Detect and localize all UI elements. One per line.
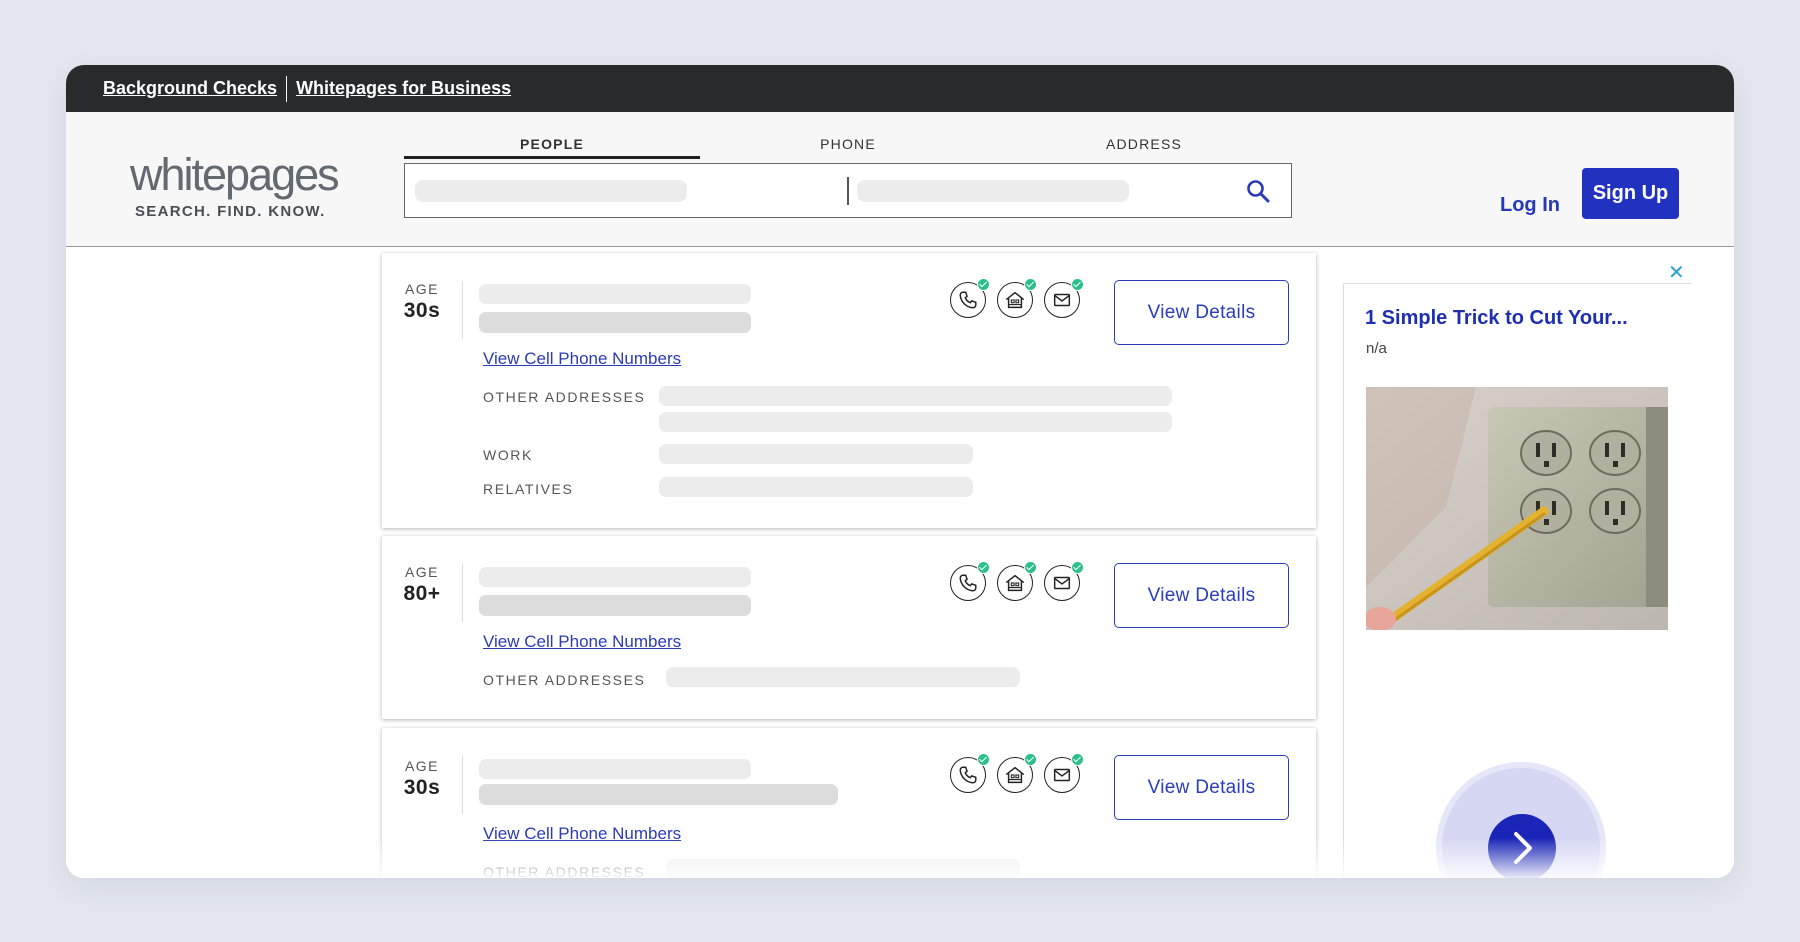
name-input[interactable]: [415, 180, 687, 202]
addresses-placeholder: [666, 667, 1020, 687]
tab-phone[interactable]: PHONE: [700, 136, 996, 157]
view-details-button[interactable]: View Details: [1114, 563, 1289, 628]
contact-icons: [950, 561, 1084, 605]
verified-check-icon: [1071, 753, 1084, 766]
age-block: AGE 30s: [382, 281, 462, 323]
site-header: whitepages SEARCH. FIND. KNOW. PEOPLE PH…: [66, 112, 1734, 247]
verified-check-icon: [1024, 753, 1037, 766]
age-label: AGE: [404, 758, 440, 774]
age-label: AGE: [404, 564, 440, 580]
name-placeholder: [479, 567, 751, 587]
view-cell-numbers-link[interactable]: View Cell Phone Numbers: [483, 349, 681, 369]
view-cell-numbers-link[interactable]: View Cell Phone Numbers: [483, 632, 681, 652]
chevron-right-icon[interactable]: [1488, 814, 1556, 878]
view-details-button[interactable]: View Details: [1114, 280, 1289, 345]
ad-image[interactable]: [1366, 387, 1668, 630]
other-addresses-label: OTHER ADDRESSES: [483, 389, 646, 405]
nav-separator: [286, 75, 288, 102]
logo-wordmark: whitepages: [130, 149, 340, 200]
age-value: 30s: [403, 776, 441, 799]
name-placeholder: [479, 759, 751, 779]
view-cell-numbers-link[interactable]: View Cell Phone Numbers: [483, 824, 681, 844]
verified-check-icon: [1071, 561, 1084, 574]
age-divider: [462, 756, 463, 814]
home-icon: [997, 278, 1037, 318]
browser-window: Background Checks Whitepages for Busines…: [66, 65, 1734, 878]
verified-check-icon: [977, 561, 990, 574]
age-label: AGE: [404, 281, 440, 297]
contact-icons: [950, 753, 1084, 797]
addresses-placeholder: [659, 386, 1172, 406]
email-icon: [1044, 561, 1084, 601]
other-addresses-label: OTHER ADDRESSES: [483, 672, 646, 688]
phone-icon: [950, 753, 990, 793]
home-icon: [997, 561, 1037, 601]
ad-title[interactable]: 1 Simple Trick to Cut Your...: [1365, 307, 1628, 330]
email-icon: [1044, 753, 1084, 793]
phone-icon: [950, 278, 990, 318]
whitepages-business-link[interactable]: Whitepages for Business: [296, 78, 511, 99]
home-icon: [997, 753, 1037, 793]
phone-icon: [950, 561, 990, 601]
age-block: AGE 80+: [382, 564, 462, 606]
search-tabs: PEOPLE PHONE ADDRESS: [404, 136, 1292, 159]
age-divider: [462, 281, 463, 339]
name-placeholder: [479, 284, 751, 304]
relatives-label: RELATIVES: [483, 481, 574, 497]
login-link[interactable]: Log In: [1500, 194, 1560, 217]
advertisement[interactable]: 1 Simple Trick to Cut Your... n/a: [1343, 283, 1691, 878]
age-block: AGE 30s: [382, 758, 462, 800]
location-placeholder: [479, 595, 751, 616]
tab-address[interactable]: ADDRESS: [996, 136, 1292, 157]
relatives-placeholder: [659, 477, 973, 497]
signup-button[interactable]: Sign Up: [1582, 168, 1679, 219]
ad-subtitle: n/a: [1366, 340, 1387, 357]
tab-people[interactable]: PEOPLE: [404, 136, 700, 159]
view-details-button[interactable]: View Details: [1114, 755, 1289, 820]
result-card: AGE 80+ View Cell Phone Numbers OTHER AD…: [382, 536, 1316, 719]
top-nav-bar: Background Checks Whitepages for Busines…: [66, 65, 1734, 112]
addresses-placeholder: [659, 412, 1172, 432]
age-value: 30s: [403, 299, 441, 322]
search-icon[interactable]: [1245, 178, 1271, 204]
result-card: AGE 30s View Cell Phone Numbers OTHER AD…: [382, 728, 1316, 878]
age-divider: [462, 564, 463, 622]
verified-check-icon: [977, 278, 990, 291]
work-placeholder: [659, 444, 973, 464]
background-checks-link[interactable]: Background Checks: [103, 78, 277, 99]
addresses-placeholder: [666, 859, 1020, 878]
ad-cta[interactable]: [1436, 762, 1606, 878]
verified-check-icon: [1024, 278, 1037, 291]
contact-icons: [950, 278, 1084, 322]
work-label: WORK: [483, 447, 533, 463]
close-icon[interactable]: ✕: [1668, 263, 1685, 283]
logo-tagline: SEARCH. FIND. KNOW.: [135, 203, 326, 220]
search-divider: [847, 177, 849, 205]
location-placeholder: [479, 312, 751, 333]
result-card: AGE 30s View Cell Phone Numbers OTHER AD…: [382, 253, 1316, 528]
whitepages-logo[interactable]: whitepages SEARCH. FIND. KNOW.: [130, 149, 340, 221]
verified-check-icon: [1024, 561, 1037, 574]
location-input[interactable]: [857, 180, 1129, 202]
search-box: [404, 163, 1292, 218]
age-value: 80+: [403, 582, 441, 605]
email-icon: [1044, 278, 1084, 318]
verified-check-icon: [977, 753, 990, 766]
location-placeholder: [479, 784, 838, 805]
results-area: AGE 30s View Cell Phone Numbers OTHER AD…: [66, 248, 1734, 878]
other-addresses-label: OTHER ADDRESSES: [483, 864, 646, 878]
verified-check-icon: [1071, 278, 1084, 291]
